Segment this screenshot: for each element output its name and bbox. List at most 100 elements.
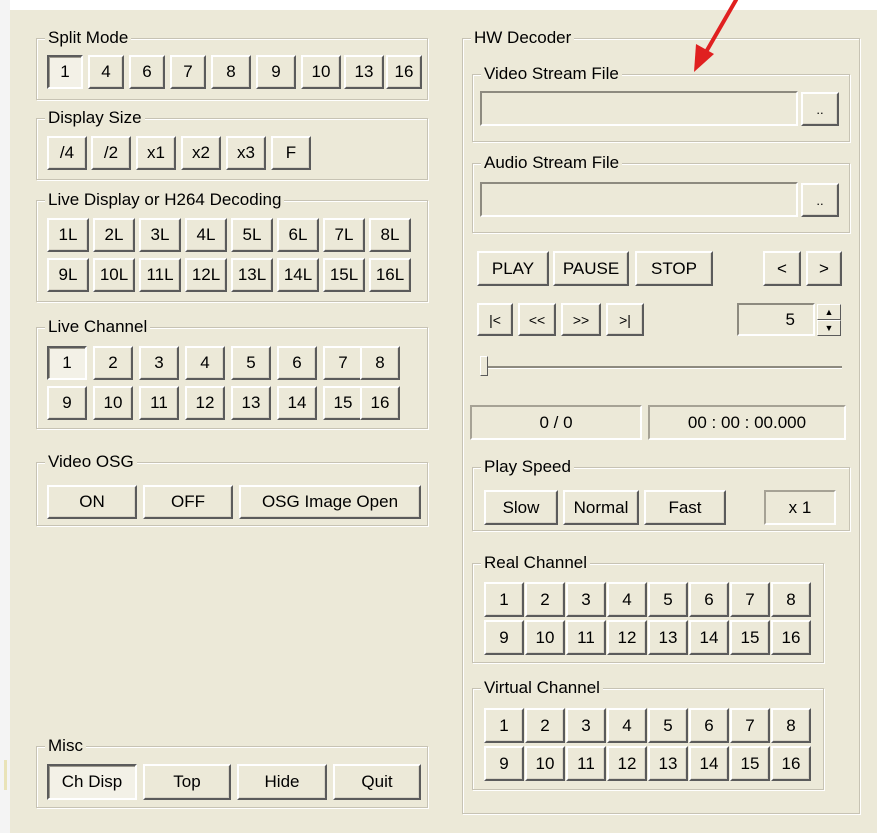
display-size-x2[interactable]: x2 — [181, 136, 221, 170]
display-size-x1[interactable]: x1 — [136, 136, 176, 170]
real-channel-3[interactable]: 3 — [566, 582, 606, 617]
fast-speed-button[interactable]: Fast — [644, 490, 726, 525]
video-stream-browse-button[interactable]: .. — [801, 92, 839, 126]
osg-on-button[interactable]: ON — [47, 485, 137, 519]
split-mode-button-9[interactable]: 9 — [256, 55, 296, 89]
seek-slider-thumb[interactable] — [480, 356, 488, 376]
quit-button[interactable]: Quit — [333, 764, 421, 800]
virtual-channel-6[interactable]: 6 — [689, 708, 729, 743]
virtual-channel-4[interactable]: 4 — [607, 708, 647, 743]
live-channel-5[interactable]: 5 — [231, 346, 271, 380]
fast-forward-button[interactable]: >> — [561, 303, 601, 336]
real-channel-12[interactable]: 12 — [607, 620, 647, 655]
virtual-channel-2[interactable]: 2 — [525, 708, 565, 743]
audio-stream-browse-button[interactable]: .. — [801, 183, 839, 217]
pause-button[interactable]: PAUSE — [553, 251, 629, 286]
live-channel-10[interactable]: 10 — [93, 386, 133, 420]
real-channel-13[interactable]: 13 — [648, 620, 688, 655]
live-display-8l[interactable]: 8L — [369, 218, 411, 252]
live-channel-6[interactable]: 6 — [277, 346, 317, 380]
virtual-channel-3[interactable]: 3 — [566, 708, 606, 743]
real-channel-4[interactable]: 4 — [607, 582, 647, 617]
ch-disp-button[interactable]: Ch Disp — [47, 764, 137, 800]
live-channel-7[interactable]: 7 — [323, 346, 363, 380]
virtual-channel-15[interactable]: 15 — [730, 746, 770, 781]
real-channel-2[interactable]: 2 — [525, 582, 565, 617]
live-display-16l[interactable]: 16L — [369, 258, 411, 292]
virtual-channel-1[interactable]: 1 — [484, 708, 524, 743]
live-display-15l[interactable]: 15L — [323, 258, 365, 292]
split-mode-button-1[interactable]: 1 — [47, 55, 83, 89]
split-mode-button-10[interactable]: 10 — [301, 55, 341, 89]
live-channel-1[interactable]: 1 — [47, 346, 87, 380]
live-display-13l[interactable]: 13L — [231, 258, 273, 292]
real-channel-14[interactable]: 14 — [689, 620, 729, 655]
split-mode-button-7[interactable]: 7 — [170, 55, 206, 89]
virtual-channel-7[interactable]: 7 — [730, 708, 770, 743]
real-channel-9[interactable]: 9 — [484, 620, 524, 655]
live-display-14l[interactable]: 14L — [277, 258, 319, 292]
live-channel-15[interactable]: 15 — [323, 386, 363, 420]
live-channel-8[interactable]: 8 — [360, 346, 400, 380]
virtual-channel-16[interactable]: 16 — [771, 746, 811, 781]
video-stream-path-field[interactable] — [480, 91, 798, 126]
real-channel-8[interactable]: 8 — [771, 582, 811, 617]
virtual-channel-14[interactable]: 14 — [689, 746, 729, 781]
live-display-7l[interactable]: 7L — [323, 218, 365, 252]
live-channel-11[interactable]: 11 — [139, 386, 179, 420]
stop-button[interactable]: STOP — [635, 251, 713, 286]
virtual-channel-9[interactable]: 9 — [484, 746, 524, 781]
live-channel-9[interactable]: 9 — [47, 386, 87, 420]
display-size-fullscreen[interactable]: F — [271, 136, 311, 170]
live-channel-14[interactable]: 14 — [277, 386, 317, 420]
real-channel-16[interactable]: 16 — [771, 620, 811, 655]
live-display-10l[interactable]: 10L — [93, 258, 135, 292]
split-mode-button-6[interactable]: 6 — [129, 55, 165, 89]
first-frame-button[interactable]: |< — [477, 303, 513, 336]
real-channel-10[interactable]: 10 — [525, 620, 565, 655]
live-display-2l[interactable]: 2L — [93, 218, 135, 252]
virtual-channel-5[interactable]: 5 — [648, 708, 688, 743]
virtual-channel-12[interactable]: 12 — [607, 746, 647, 781]
osg-image-open-button[interactable]: OSG Image Open — [239, 485, 421, 519]
live-channel-16[interactable]: 16 — [360, 386, 400, 420]
normal-speed-button[interactable]: Normal — [563, 490, 639, 525]
live-display-1l[interactable]: 1L — [47, 218, 89, 252]
live-display-5l[interactable]: 5L — [231, 218, 273, 252]
virtual-channel-10[interactable]: 10 — [525, 746, 565, 781]
spin-down-icon[interactable]: ▼ — [817, 320, 841, 336]
live-display-6l[interactable]: 6L — [277, 218, 319, 252]
real-channel-11[interactable]: 11 — [566, 620, 606, 655]
virtual-channel-13[interactable]: 13 — [648, 746, 688, 781]
live-display-3l[interactable]: 3L — [139, 218, 181, 252]
real-channel-7[interactable]: 7 — [730, 582, 770, 617]
live-channel-2[interactable]: 2 — [93, 346, 133, 380]
live-display-12l[interactable]: 12L — [185, 258, 227, 292]
hide-button[interactable]: Hide — [237, 764, 327, 800]
play-button[interactable]: PLAY — [477, 251, 549, 286]
display-size-quarter[interactable]: /4 — [47, 136, 87, 170]
virtual-channel-8[interactable]: 8 — [771, 708, 811, 743]
virtual-channel-11[interactable]: 11 — [566, 746, 606, 781]
live-channel-4[interactable]: 4 — [185, 346, 225, 380]
live-display-11l[interactable]: 11L — [139, 258, 181, 292]
live-display-9l[interactable]: 9L — [47, 258, 89, 292]
previous-button[interactable]: < — [763, 251, 801, 286]
rewind-button[interactable]: << — [518, 303, 556, 336]
split-mode-button-4[interactable]: 4 — [88, 55, 124, 89]
real-channel-1[interactable]: 1 — [484, 582, 524, 617]
slow-speed-button[interactable]: Slow — [484, 490, 558, 525]
display-size-half[interactable]: /2 — [91, 136, 131, 170]
live-channel-13[interactable]: 13 — [231, 386, 271, 420]
step-value-field[interactable]: 5 — [737, 303, 815, 336]
spin-up-icon[interactable]: ▲ — [817, 304, 841, 320]
live-channel-12[interactable]: 12 — [185, 386, 225, 420]
real-channel-6[interactable]: 6 — [689, 582, 729, 617]
real-channel-15[interactable]: 15 — [730, 620, 770, 655]
real-channel-5[interactable]: 5 — [648, 582, 688, 617]
seek-slider-track[interactable] — [484, 366, 842, 369]
live-channel-3[interactable]: 3 — [139, 346, 179, 380]
osg-off-button[interactable]: OFF — [143, 485, 233, 519]
split-mode-button-16[interactable]: 16 — [386, 55, 422, 89]
last-frame-button[interactable]: >| — [606, 303, 644, 336]
